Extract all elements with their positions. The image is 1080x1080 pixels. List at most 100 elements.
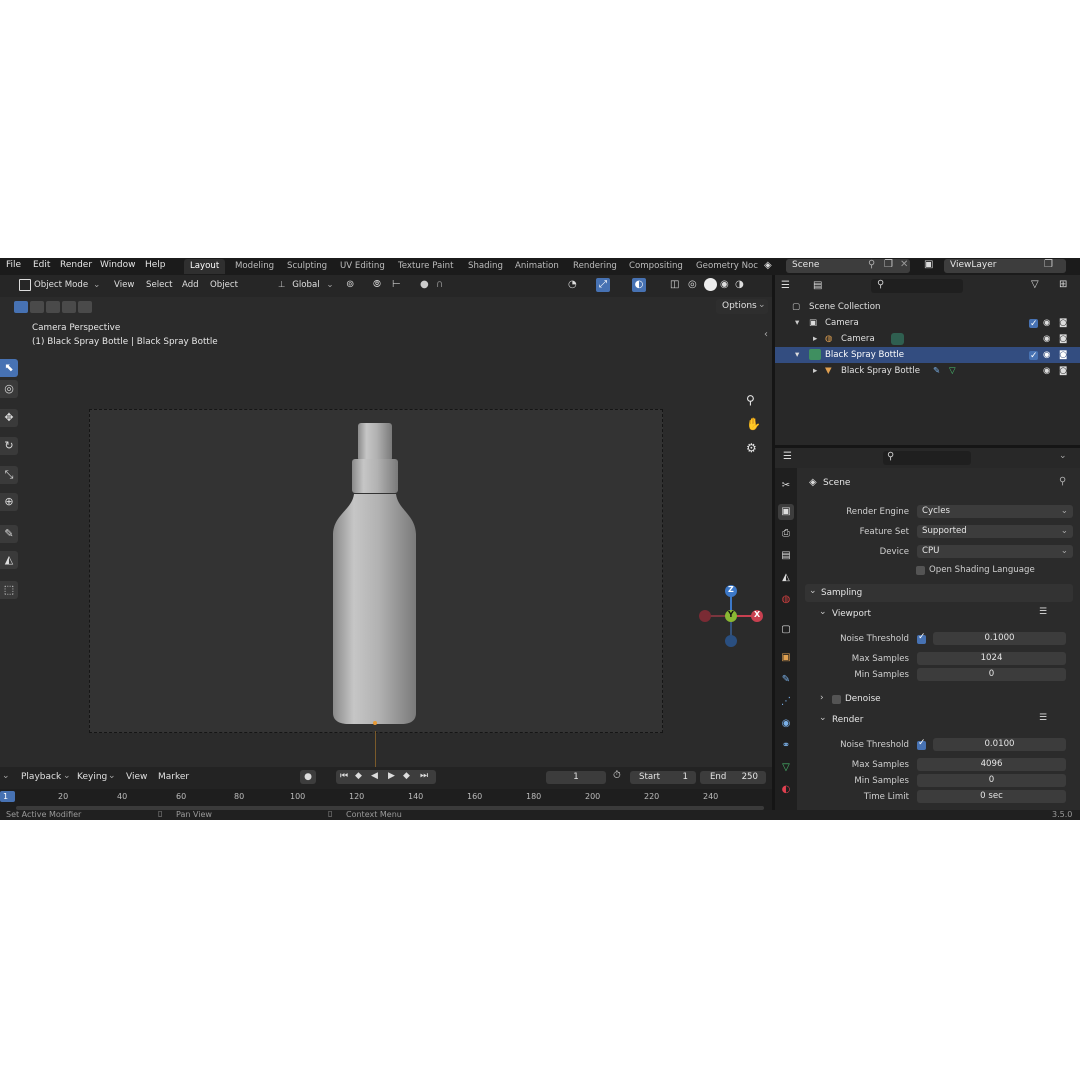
- render-engine-dropdown[interactable]: Cycles ⌄: [917, 505, 1073, 518]
- add-cube-tool-icon[interactable]: ⬚: [0, 581, 18, 599]
- mode-selector[interactable]: Object Mode ⌄: [34, 278, 104, 293]
- tool-tab-icon[interactable]: ✂: [778, 478, 794, 494]
- sampling-panel-header[interactable]: ⌄ Sampling: [805, 584, 1073, 602]
- presets-list-icon[interactable]: ☰: [1039, 713, 1047, 723]
- 3d-viewport[interactable]: Options ⌄ Camera Perspective (1) Black S…: [0, 297, 772, 767]
- pivot-point-icon[interactable]: ⊚: [346, 279, 354, 290]
- gizmo-toggle-icon[interactable]: ⤢: [596, 278, 610, 292]
- marker-menu[interactable]: Marker: [158, 772, 189, 782]
- camera-render-icon[interactable]: ◙: [1059, 331, 1067, 347]
- outliner-row-scene-collection[interactable]: ▢ Scene Collection: [775, 299, 1080, 315]
- properties-search-input[interactable]: ⚲: [883, 451, 971, 465]
- object-menu[interactable]: Object: [210, 278, 238, 293]
- denoise-checkbox[interactable]: [832, 695, 841, 704]
- modifier-wrench-icon[interactable]: ✎: [933, 363, 940, 379]
- view-menu[interactable]: View: [114, 278, 134, 293]
- camera-render-icon[interactable]: ◙: [1059, 347, 1067, 363]
- world-tab-icon[interactable]: ◍: [778, 592, 794, 608]
- select-intersect-icon[interactable]: [78, 301, 92, 313]
- eye-icon[interactable]: ◉: [1043, 363, 1051, 379]
- snap-icon[interactable]: ⦾: [373, 279, 381, 290]
- new-scene-icon[interactable]: ❐: [884, 259, 893, 270]
- current-frame-field[interactable]: 1: [546, 771, 606, 784]
- workspace-tab-rendering[interactable]: Rendering: [567, 259, 623, 274]
- material-tab-icon[interactable]: ◐: [778, 782, 794, 798]
- mesh-data-icon[interactable]: ▽: [949, 363, 956, 379]
- workspace-tab-layout[interactable]: Layout: [184, 259, 226, 274]
- area-divider[interactable]: [772, 275, 775, 810]
- next-keyframe-icon[interactable]: ◆: [403, 771, 410, 781]
- navigation-gizmo[interactable]: Z Y X: [694, 581, 766, 651]
- constraints-tab-icon[interactable]: ⚭: [778, 738, 794, 754]
- eye-icon[interactable]: ◉: [1043, 331, 1051, 347]
- select-new-icon[interactable]: [14, 301, 28, 313]
- pin-icon[interactable]: ⚲: [1059, 476, 1066, 487]
- device-dropdown[interactable]: CPU ⌄: [917, 545, 1073, 558]
- time-limit-field[interactable]: 0 sec: [917, 790, 1066, 803]
- wireframe-shading-icon[interactable]: ◎: [688, 279, 697, 290]
- timeline-view-menu[interactable]: View: [126, 772, 147, 782]
- denoise-subpanel-header[interactable]: › Denoise: [805, 690, 1073, 708]
- render-subpanel-header[interactable]: ⌄ Render ☰: [805, 711, 1073, 729]
- play-icon[interactable]: ▶: [388, 771, 395, 781]
- filter-icon[interactable]: ▽: [1031, 279, 1039, 290]
- new-view-layer-icon[interactable]: ❐: [1044, 259, 1053, 270]
- menu-render[interactable]: Render: [60, 260, 92, 270]
- workspace-tab-uv-editing[interactable]: UV Editing: [334, 259, 391, 274]
- transform-tool-icon[interactable]: ⊕: [0, 493, 18, 511]
- select-menu[interactable]: Select: [146, 278, 173, 293]
- workspace-tab-compositing[interactable]: Compositing: [623, 259, 689, 274]
- measure-tool-icon[interactable]: ◭: [0, 551, 18, 569]
- prev-keyframe-icon[interactable]: ◆: [355, 771, 362, 781]
- area-divider[interactable]: [775, 445, 1080, 448]
- solid-shading-icon[interactable]: [704, 278, 717, 291]
- visibility-icon[interactable]: ◔: [568, 279, 577, 290]
- new-collection-icon[interactable]: ⊞: [1059, 279, 1067, 290]
- select-mode-buttons[interactable]: [14, 301, 94, 315]
- display-mode-icon[interactable]: ▤: [813, 280, 822, 291]
- viewport-min-samples-field[interactable]: 0: [917, 668, 1066, 681]
- presets-list-icon[interactable]: ☰: [1039, 607, 1047, 617]
- auto-keying-icon[interactable]: ●: [300, 770, 316, 784]
- workspace-tab-shading[interactable]: Shading: [462, 259, 509, 274]
- scene-icon[interactable]: ◈: [764, 260, 772, 271]
- chevron-left-icon[interactable]: ‹: [764, 329, 768, 340]
- workspace-tab-modeling[interactable]: Modeling: [229, 259, 280, 274]
- object-tab-icon[interactable]: ▣: [778, 650, 794, 666]
- render-noise-threshold-field[interactable]: 0.0100: [933, 738, 1066, 751]
- jump-start-icon[interactable]: ⏮: [340, 771, 348, 781]
- viewport-noise-threshold-checkbox[interactable]: [917, 632, 926, 644]
- pin-icon[interactable]: ⚲: [868, 259, 875, 270]
- overlay-toggle-icon[interactable]: ◐: [632, 278, 646, 292]
- chevron-down-icon[interactable]: ▾: [795, 315, 799, 331]
- viewport-noise-threshold-field[interactable]: 0.1000: [933, 632, 1066, 645]
- viewport-max-samples-field[interactable]: 1024: [917, 652, 1066, 665]
- annotate-tool-icon[interactable]: ✎: [0, 525, 18, 543]
- camera-view-icon[interactable]: ⚙: [746, 441, 757, 455]
- jump-end-icon[interactable]: ⏭: [420, 771, 428, 781]
- menu-help[interactable]: Help: [145, 260, 166, 270]
- outliner-row-bottle-collection[interactable]: ▾ Black Spray Bottle ◉ ◙: [775, 347, 1080, 364]
- eye-icon[interactable]: ◉: [1043, 347, 1051, 363]
- play-reverse-icon[interactable]: ◀: [371, 771, 378, 781]
- scale-tool-icon[interactable]: ⤡: [0, 466, 18, 484]
- workspace-tab-animation[interactable]: Animation: [509, 259, 565, 274]
- rendered-shading-icon[interactable]: ◑: [735, 279, 744, 290]
- menu-edit[interactable]: Edit: [33, 260, 50, 270]
- stopwatch-icon[interactable]: ⏱: [613, 770, 621, 781]
- render-max-samples-field[interactable]: 4096: [917, 758, 1066, 771]
- select-subtract-icon[interactable]: [46, 301, 60, 313]
- cursor-tool-icon[interactable]: ◎: [0, 380, 18, 398]
- viewport-subpanel-header[interactable]: ⌄ Viewport ☰: [805, 605, 1073, 623]
- outliner-row-camera-object[interactable]: ▸ ◍ Camera ◉ ◙: [775, 331, 1080, 347]
- move-tool-icon[interactable]: ✥: [0, 409, 18, 427]
- chevron-down-icon[interactable]: ▾: [795, 347, 799, 363]
- feature-set-dropdown[interactable]: Supported ⌄: [917, 525, 1073, 538]
- data-tab-icon[interactable]: ▽: [778, 760, 794, 776]
- workspace-tab-geometry-nodes[interactable]: Geometry Noc: [690, 259, 760, 274]
- menu-window[interactable]: Window: [100, 260, 136, 270]
- select-box-tool-icon[interactable]: ⬉: [0, 359, 18, 377]
- chevron-down-icon[interactable]: ⌄: [1059, 451, 1067, 461]
- scene-tab-icon[interactable]: ◭: [778, 570, 794, 586]
- outliner-search-input[interactable]: ⚲: [871, 279, 963, 293]
